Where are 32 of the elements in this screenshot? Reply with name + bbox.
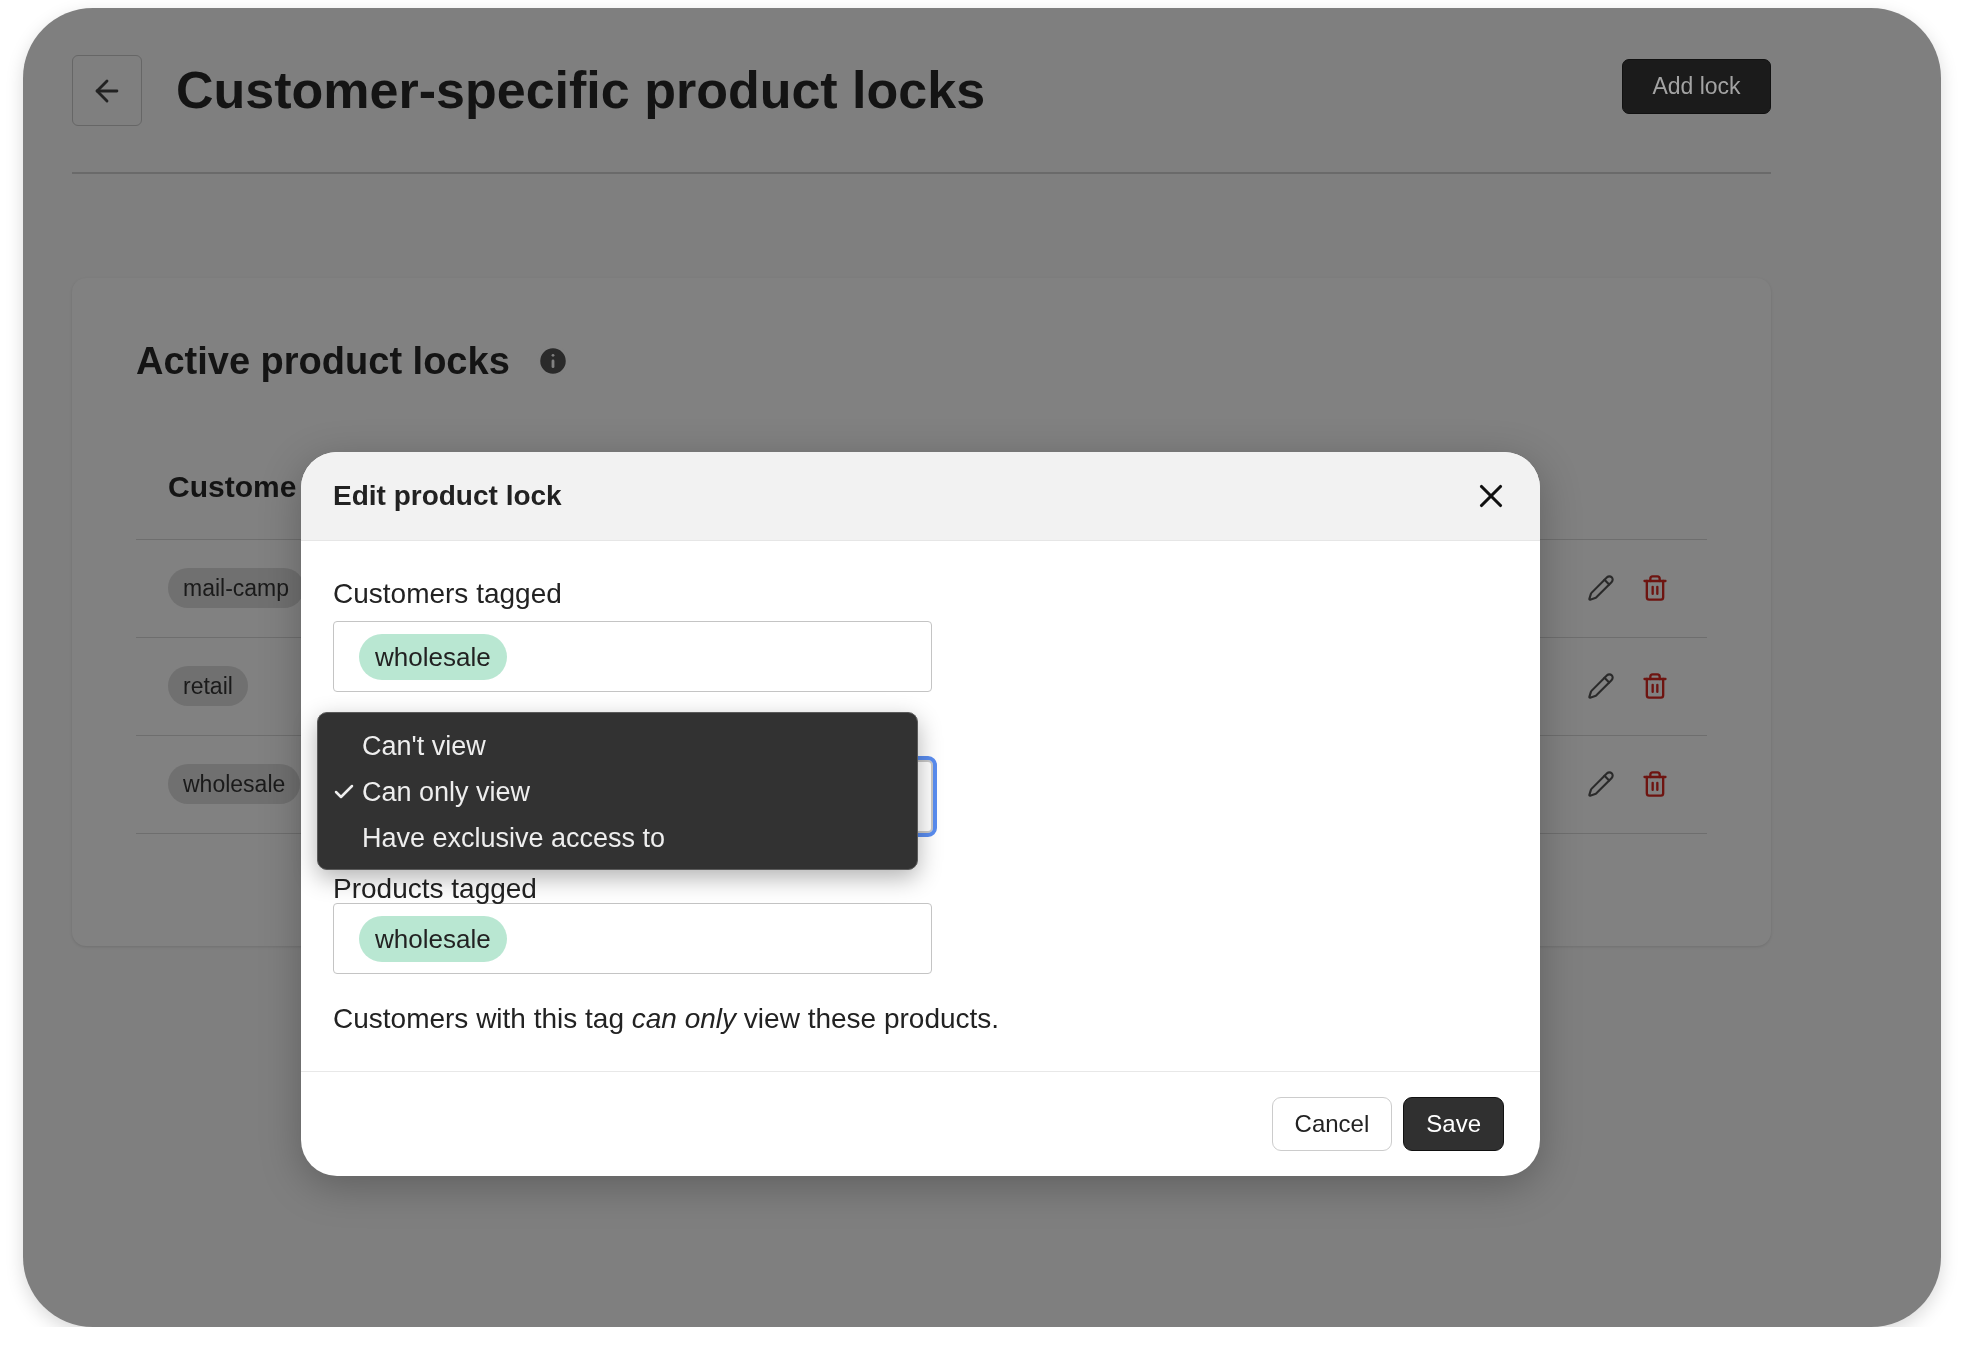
edit-button[interactable]	[1587, 672, 1615, 700]
customer-tag: wholesale	[168, 764, 301, 804]
pencil-icon	[1587, 574, 1615, 602]
pencil-icon	[1587, 672, 1615, 700]
trash-icon	[1641, 672, 1669, 700]
edit-button[interactable]	[1587, 574, 1615, 602]
customer-tag: retail	[168, 666, 248, 706]
cancel-button[interactable]: Cancel	[1271, 1097, 1393, 1151]
tag-chip: wholesale	[359, 633, 507, 680]
page-title: Customer-specific product locks	[176, 60, 987, 121]
menu-option[interactable]: Have exclusive access to	[318, 815, 917, 861]
column-header: Custome	[168, 469, 297, 504]
back-button[interactable]	[72, 55, 142, 126]
help-text: Customers with this tag can only view these products.	[333, 1003, 1001, 1035]
dialog-title: Edit product lock	[333, 480, 563, 512]
menu-option[interactable]: Can't view	[318, 723, 917, 769]
product-tags-field[interactable]: wholesale	[333, 903, 932, 974]
trash-icon	[1641, 574, 1669, 602]
field-label: Products tagged	[333, 875, 538, 903]
card-title: Active product locks	[136, 339, 510, 383]
delete-button[interactable]	[1641, 672, 1669, 700]
customer-tags-field[interactable]: wholesale	[333, 621, 932, 692]
tag-chip: wholesale	[359, 915, 507, 962]
field-label: Customers tagged	[333, 577, 563, 611]
trash-icon	[1641, 770, 1669, 798]
edit-button[interactable]	[1587, 770, 1615, 798]
save-button[interactable]: Save	[1403, 1097, 1504, 1151]
delete-button[interactable]	[1641, 574, 1669, 602]
pencil-icon	[1587, 770, 1615, 798]
add-lock-button[interactable]: Add lock	[1622, 59, 1771, 114]
delete-button[interactable]	[1641, 770, 1669, 798]
menu-option[interactable]: Can only view	[318, 769, 917, 815]
